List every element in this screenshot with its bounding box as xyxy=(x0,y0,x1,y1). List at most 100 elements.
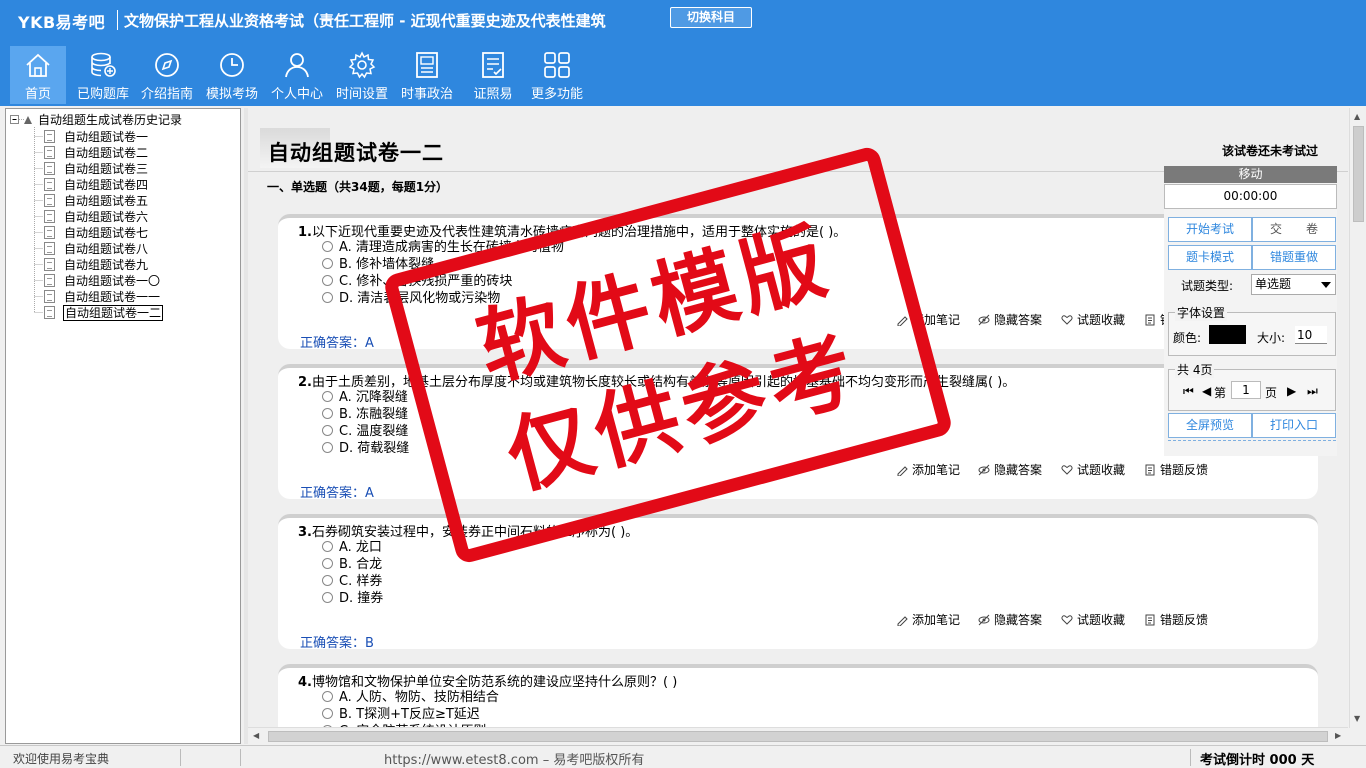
answer-option[interactable]: B. 合龙 xyxy=(322,556,382,573)
scroll-left-icon[interactable]: ◀ xyxy=(253,731,259,740)
nav-mock-exam[interactable]: 模拟考场 xyxy=(203,46,261,104)
scroll-thumb[interactable] xyxy=(1353,126,1364,222)
tree-item[interactable]: 自动组题试卷二 xyxy=(44,145,149,161)
tree-item[interactable]: 自动组题试卷六 xyxy=(44,209,149,225)
answer-option[interactable]: C. 修补、替换残损严重的砖块 xyxy=(322,273,512,290)
last-page-icon[interactable]: ⏭ xyxy=(1307,384,1318,399)
radio-button[interactable] xyxy=(322,258,333,269)
fav-action[interactable]: 试题收藏 xyxy=(1061,461,1125,478)
answer-option[interactable]: D. 清洁表层风化物或污染物 xyxy=(322,290,500,307)
hide-action[interactable]: 隐藏答案 xyxy=(978,461,1042,478)
tree-item-label: 自动组题试卷一二 xyxy=(63,305,164,321)
note-action[interactable]: 添加笔记 xyxy=(896,461,960,478)
nav-label: 更多功能 xyxy=(530,87,583,102)
move-handle[interactable]: 移动 xyxy=(1164,166,1337,183)
prev-page-icon[interactable]: ◀ xyxy=(1202,384,1211,398)
answer-option[interactable]: B. 冻融裂缝 xyxy=(322,406,408,423)
answer-option[interactable]: D. 荷载裂缝 xyxy=(322,440,409,457)
radio-button[interactable] xyxy=(322,408,333,419)
status-divider xyxy=(1190,749,1191,766)
radio-button[interactable] xyxy=(322,541,333,552)
answer-option[interactable]: B. T探测+T反应≥T延迟 xyxy=(322,706,480,723)
radio-button[interactable] xyxy=(322,558,333,569)
answer-option[interactable]: A. 龙口 xyxy=(322,539,382,556)
tree-item[interactable]: 自动组题试卷一 xyxy=(44,129,149,145)
tree-item[interactable]: 自动组题试卷九 xyxy=(44,257,149,273)
report-action[interactable]: 错题反馈 xyxy=(1144,611,1208,628)
tree-item[interactable]: 自动组题试卷一二 xyxy=(44,305,164,321)
radio-button[interactable] xyxy=(322,708,333,719)
nav-personal-center[interactable]: 个人中心 xyxy=(268,46,326,104)
start-exam-button[interactable]: 开始考试 xyxy=(1168,217,1252,242)
fav-action[interactable]: 试题收藏 xyxy=(1061,311,1125,328)
tree-item[interactable]: 自动组题试卷五 xyxy=(44,193,149,209)
hide-action[interactable]: 隐藏答案 xyxy=(978,311,1042,328)
page-number-input[interactable]: 1 xyxy=(1231,381,1261,399)
radio-button[interactable] xyxy=(322,691,333,702)
action-label: 试题收藏 xyxy=(1077,463,1126,477)
radio-button[interactable] xyxy=(322,292,333,303)
heart-icon xyxy=(1061,465,1073,475)
radio-button[interactable] xyxy=(322,592,333,603)
document-icon xyxy=(44,162,55,175)
note-action[interactable]: 添加笔记 xyxy=(896,311,960,328)
radio-button[interactable] xyxy=(322,275,333,286)
fav-action[interactable]: 试题收藏 xyxy=(1061,611,1125,628)
answer-option[interactable]: A. 人防、物防、技防相结合 xyxy=(322,689,499,706)
first-page-icon[interactable]: ⏮ xyxy=(1183,384,1194,399)
note-action[interactable]: 添加笔记 xyxy=(896,611,960,628)
nav-label: 介绍指南 xyxy=(140,87,193,102)
question-card: 2.由于土质差别，地基土层分布厚度不均或建筑物长度较长或结构有差别等原因引起的地… xyxy=(278,364,1318,499)
radio-button[interactable] xyxy=(322,391,333,402)
radio-button[interactable] xyxy=(322,241,333,252)
question-stem: 博物馆和文物保护单位安全防范系统的建设应坚持什么原则？( ) xyxy=(311,675,678,690)
answer-option[interactable]: C. 样券 xyxy=(322,573,382,590)
answer-option[interactable]: B. 修补墙体裂缝 xyxy=(322,256,434,273)
radio-button[interactable] xyxy=(322,575,333,586)
tree-item[interactable]: 自动组题试卷七 xyxy=(44,225,149,241)
submit-paper-button[interactable]: 交 卷 xyxy=(1252,217,1336,242)
radio-button[interactable] xyxy=(322,425,333,436)
tree-item[interactable]: 自动组题试卷四 xyxy=(44,177,149,193)
vertical-scrollbar[interactable]: ▲ ▼ xyxy=(1349,108,1366,728)
report-action[interactable]: 错题反馈 xyxy=(1144,461,1208,478)
tree-item[interactable]: 自动组题试卷八 xyxy=(44,241,149,257)
answer-option[interactable]: D. 撞券 xyxy=(322,590,383,607)
scroll-right-icon[interactable]: ▶ xyxy=(1335,731,1341,740)
news-icon xyxy=(416,52,438,78)
answer-option[interactable]: A. 沉降裂缝 xyxy=(322,389,408,406)
redo-wrong-button[interactable]: 错题重做 xyxy=(1252,245,1336,270)
home-icon xyxy=(26,53,50,77)
nav-more-features[interactable]: 更多功能 xyxy=(528,46,586,104)
tree-root[interactable]: 自动组题生成试卷历史记录 xyxy=(24,112,182,128)
scroll-thumb[interactable] xyxy=(268,731,1328,742)
radio-button[interactable] xyxy=(322,442,333,453)
switch-subject-button[interactable]: 切换科目 xyxy=(670,7,752,28)
question-type-select[interactable]: 单选题 xyxy=(1251,274,1336,295)
answer-option[interactable]: C. 温度裂缝 xyxy=(322,423,408,440)
tree-item[interactable]: 自动组题试卷三 xyxy=(44,161,149,177)
nav-current-affairs[interactable]: 时事政治 xyxy=(398,46,456,104)
question-stem: 由于土质差别，地基土层分布厚度不均或建筑物长度较长或结构有差别等原因引起的地基基… xyxy=(311,375,1016,390)
nav-time-settings[interactable]: 时间设置 xyxy=(333,46,391,104)
print-entry-button[interactable]: 打印入口 xyxy=(1252,413,1336,438)
font-color-picker[interactable] xyxy=(1209,325,1246,344)
tree-item[interactable]: 自动组题试卷一〇 xyxy=(44,273,161,289)
font-size-input[interactable]: 10 xyxy=(1295,326,1327,344)
horizontal-scrollbar[interactable]: ◀ ▶ xyxy=(248,727,1348,744)
feedback-icon xyxy=(1145,464,1155,476)
tree-item[interactable]: 自动组题试卷一一 xyxy=(44,289,161,305)
option-label: C. 修补、替换残损严重的砖块 xyxy=(339,274,513,289)
scroll-up-icon[interactable]: ▲ xyxy=(1354,112,1360,121)
nav-home[interactable]: 首页 xyxy=(10,46,66,104)
history-tree[interactable]: 自动组题生成试卷历史记录 自动组题试卷一 自动组题试卷二 自动组题试卷三 自动组题试卷… xyxy=(5,108,241,744)
nav-guide[interactable]: 介绍指南 xyxy=(138,46,196,104)
hide-action[interactable]: 隐藏答案 xyxy=(978,611,1042,628)
fullscreen-preview-button[interactable]: 全屏预览 xyxy=(1168,413,1252,438)
card-mode-button[interactable]: 题卡模式 xyxy=(1168,245,1252,270)
answer-option[interactable]: A. 清理造成病害的生长在砖墙上的植物 xyxy=(322,239,564,256)
nav-purchased-bank[interactable]: 已购题库 xyxy=(73,46,133,104)
scroll-down-icon[interactable]: ▼ xyxy=(1354,714,1360,723)
nav-certificate[interactable]: 证照易 xyxy=(467,46,519,104)
next-page-icon[interactable]: ▶ xyxy=(1287,384,1296,398)
